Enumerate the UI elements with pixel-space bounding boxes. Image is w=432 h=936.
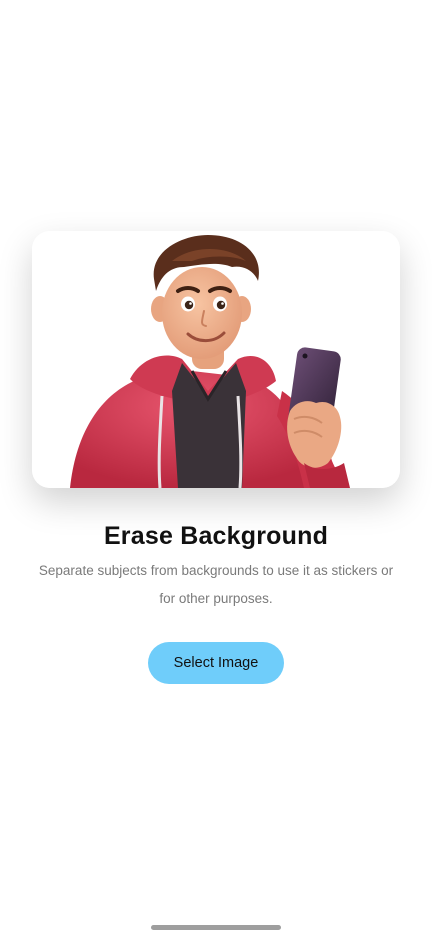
- erase-background-screen: Erase Background Separate subjects from …: [0, 0, 432, 936]
- page-description: Separate subjects from backgrounds to us…: [38, 563, 394, 606]
- cartoon-boy-illustration: [32, 231, 400, 488]
- home-indicator-bar[interactable]: [151, 925, 281, 930]
- select-image-button[interactable]: Select Image: [148, 642, 284, 684]
- hero-image-card: [32, 231, 400, 488]
- page-title: Erase Background: [103, 522, 329, 550]
